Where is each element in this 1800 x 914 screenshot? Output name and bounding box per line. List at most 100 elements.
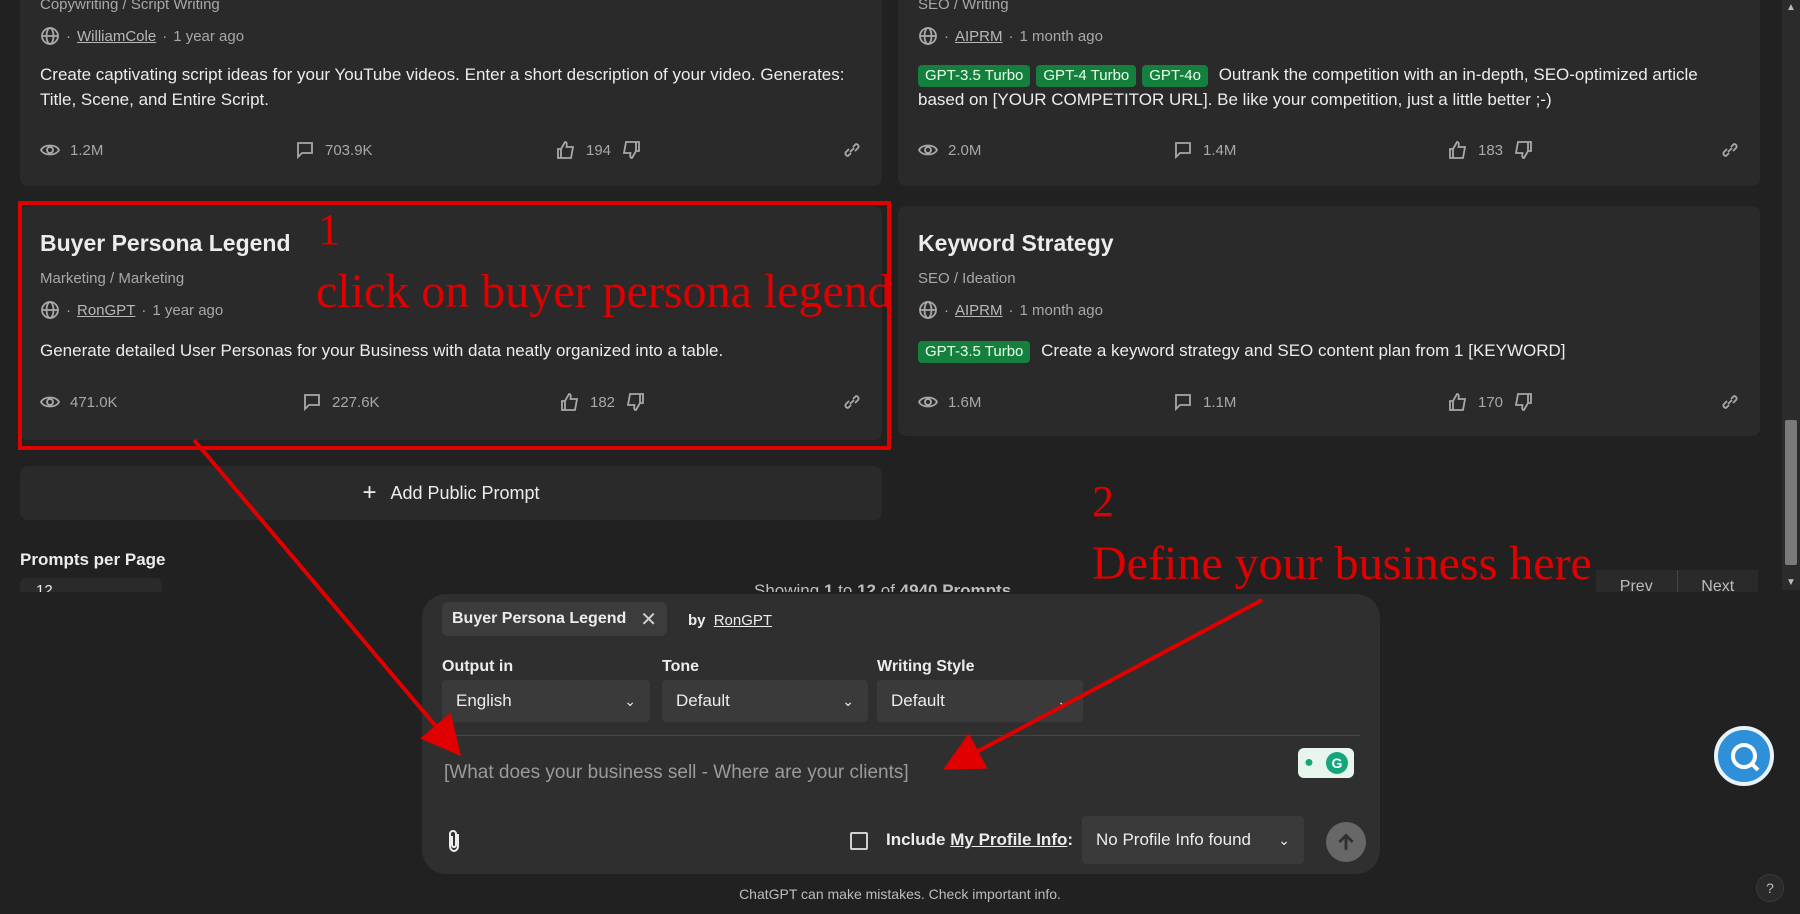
my-profile-info-link[interactable]: My Profile Info — [950, 830, 1067, 849]
include-profile-label: Include My Profile Info: — [886, 830, 1074, 849]
description-text: Create a keyword strategy and SEO conten… — [1041, 341, 1566, 360]
globe-icon — [918, 300, 938, 320]
comment-icon — [295, 140, 315, 160]
help-button[interactable]: ? — [1756, 874, 1784, 902]
thumbs-down-icon[interactable] — [1513, 392, 1533, 412]
card-stats: 1.6M 1.1M 170 — [917, 392, 1740, 416]
comments-count: 1.1M — [1203, 393, 1237, 411]
thumbs-up-icon[interactable] — [556, 140, 576, 160]
assistant-avatar-icon[interactable] — [1714, 726, 1774, 786]
chevron-down-icon: ⌄ — [624, 692, 636, 709]
close-icon[interactable]: ✕ — [640, 607, 657, 632]
prompt-author: by RonGPT — [688, 612, 773, 629]
thumbs-up-icon[interactable] — [1448, 392, 1468, 412]
chevron-down-icon: ⌄ — [1278, 831, 1290, 848]
scrollbar-thumb[interactable] — [1785, 420, 1797, 565]
bulb-icon: ● — [1304, 754, 1314, 771]
eye-icon — [917, 392, 939, 412]
chevron-down-icon: ⌄ — [842, 692, 854, 709]
annotation-step2-text: Define your business here — [1092, 537, 1592, 590]
author-link[interactable]: AIPRM — [955, 28, 1003, 45]
tone-label: Tone — [662, 658, 700, 675]
author-link[interactable]: AIPRM — [955, 302, 1003, 319]
card-meta: · AIPRM · 1 month ago — [918, 26, 1103, 46]
comments-count: 703.9K — [325, 141, 373, 159]
tone-select[interactable]: Default ⌄ — [662, 680, 868, 722]
writing-style-label: Writing Style — [877, 658, 975, 675]
annotation-step2-number: 2 — [1092, 477, 1114, 526]
model-tag: GPT-4 Turbo — [1036, 65, 1137, 87]
card-category: SEO / Ideation — [918, 270, 1016, 287]
arrow-up-icon — [1338, 833, 1354, 850]
composer-divider — [442, 735, 1360, 736]
thumbs-up-icon[interactable] — [1448, 140, 1468, 160]
showing-count: Showing 1 to 12 of 4940 Prompts — [754, 581, 1012, 592]
card-age: 1 month ago — [1019, 301, 1103, 319]
add-public-prompt-label: Add Public Prompt — [390, 482, 540, 503]
eye-icon — [917, 140, 939, 160]
annotation-step1-number: 1 — [318, 205, 340, 254]
comment-icon — [1173, 392, 1193, 412]
page-scrollbar[interactable]: ▲ ▼ — [1782, 0, 1800, 590]
profile-info-select[interactable]: No Profile Info found ⌄ — [1082, 816, 1304, 864]
prompt-composer: Buyer Persona Legend ✕ by RonGPT Output … — [422, 594, 1380, 874]
card-meta: · WilliamCole · 1 year ago — [40, 26, 244, 46]
link-icon[interactable] — [1720, 392, 1740, 412]
card-category: SEO / Writing — [918, 0, 1009, 13]
card-stats: 2.0M 1.4M 183 — [917, 140, 1740, 164]
grammarly-icon: G — [1325, 752, 1348, 774]
prompts-per-page-label: Prompts per Page — [20, 550, 166, 569]
prompt-card-outrank-article[interactable]: SEO / Writing · AIPRM · 1 month ago GPT-… — [898, 0, 1760, 186]
chevron-down-icon: ⌄ — [1057, 692, 1069, 709]
views-count: 1.2M — [70, 141, 104, 159]
card-description: GPT-3.5 Turbo Create a keyword strategy … — [918, 338, 1740, 363]
card-description: GPT-3.5 Turbo GPT-4 Turbo GPT-4o Outrank t… — [918, 62, 1740, 112]
next-button[interactable]: Next — [1676, 570, 1759, 592]
annotation-highlight-box — [18, 201, 891, 450]
author-link[interactable]: WilliamCole — [77, 28, 156, 45]
views-count: 1.6M — [948, 393, 982, 411]
likes-count: 194 — [586, 141, 612, 159]
globe-icon — [918, 26, 938, 46]
eye-icon — [39, 140, 61, 160]
likes-count: 183 — [1478, 141, 1504, 159]
send-button[interactable] — [1326, 822, 1366, 862]
model-tag: GPT-3.5 Turbo — [918, 341, 1031, 363]
include-profile-checkbox[interactable] — [850, 832, 868, 850]
link-icon[interactable] — [842, 140, 862, 160]
prompt-author-link[interactable]: RonGPT — [714, 612, 772, 629]
output-label: Output in — [442, 658, 514, 675]
prompt-card-keyword-strategy[interactable]: Keyword Strategy SEO / Ideation · AIPRM … — [898, 206, 1760, 436]
card-description: Create captivating script ideas for your… — [40, 65, 845, 109]
pagination: Prev Next — [1596, 570, 1758, 592]
card-age: 1 month ago — [1019, 27, 1103, 45]
comment-icon — [1173, 140, 1193, 160]
paperclip-icon[interactable] — [442, 828, 466, 854]
likes-count: 170 — [1478, 393, 1504, 411]
prompts-per-page-select[interactable]: 12 — [20, 578, 162, 592]
card-meta: · AIPRM · 1 month ago — [918, 300, 1103, 320]
grammarly-widget[interactable]: ● G — [1298, 748, 1354, 778]
thumbs-down-icon[interactable] — [1513, 140, 1533, 160]
card-title[interactable]: Keyword Strategy — [918, 230, 1114, 257]
views-count: 2.0M — [948, 141, 982, 159]
card-age: 1 year ago — [173, 27, 245, 45]
comments-count: 1.4M — [1203, 141, 1237, 159]
annotation-step1-text: click on buyer persona legend — [316, 265, 892, 318]
selected-prompt-chip: Buyer Persona Legend ✕ — [442, 602, 668, 636]
prev-button[interactable]: Prev — [1596, 570, 1677, 592]
model-tag: GPT-4o — [1142, 65, 1208, 87]
card-stats: 1.2M 703.9K 194 — [39, 140, 862, 164]
description-text: Outrank the competition with an in-depth… — [918, 65, 1698, 109]
output-language-select[interactable]: English ⌄ — [442, 680, 650, 722]
prompt-input[interactable] — [442, 752, 1266, 794]
add-public-prompt-button[interactable]: + Add Public Prompt — [20, 466, 882, 520]
chip-label: Buyer Persona Legend — [452, 610, 627, 627]
writing-style-select[interactable]: Default ⌄ — [877, 680, 1083, 722]
model-tag: GPT-3.5 Turbo — [918, 65, 1031, 87]
thumbs-down-icon[interactable] — [621, 140, 641, 160]
card-category: Copywriting / Script Writing — [40, 0, 220, 13]
disclaimer: ChatGPT can make mistakes. Check importa… — [739, 886, 1061, 902]
link-icon[interactable] — [1720, 140, 1740, 160]
prompt-card-youtube-script[interactable]: Copywriting / Script Writing · WilliamCo… — [20, 0, 882, 186]
